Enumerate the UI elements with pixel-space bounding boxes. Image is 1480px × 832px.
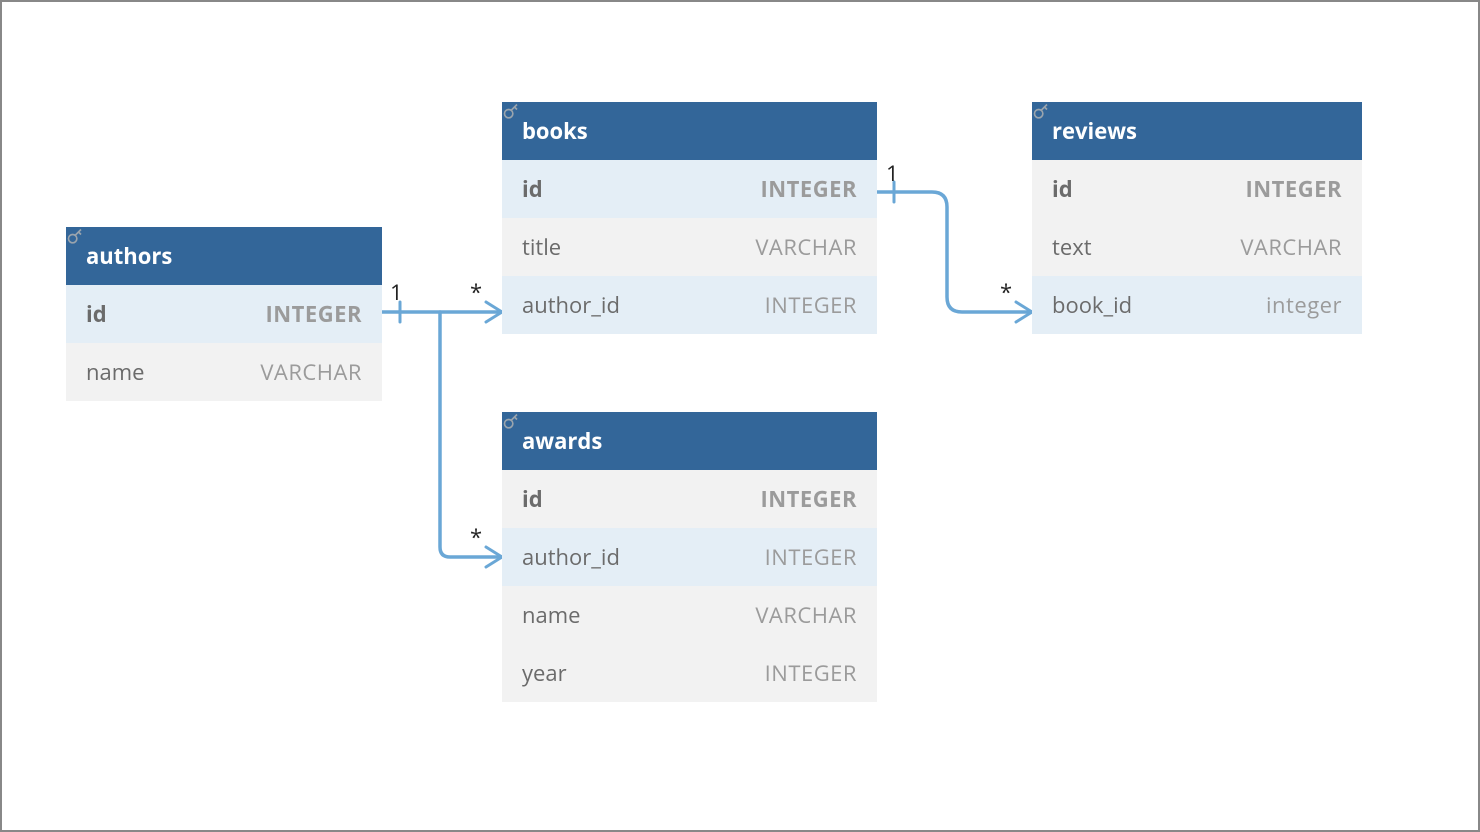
table-reviews-header: reviews: [1032, 102, 1362, 160]
table-books-header: books: [502, 102, 877, 160]
card-awards-many: *: [470, 522, 482, 552]
table-awards-row-id: id INTEGER: [502, 470, 877, 528]
rel-authors-awards-many: [486, 547, 502, 567]
card-books-reviews-one: 1: [886, 158, 899, 188]
table-books-row-id: id INTEGER: [502, 160, 877, 218]
card-reviews-many: *: [1000, 277, 1012, 307]
table-authors-row-id: id INTEGER: [66, 285, 382, 343]
table-reviews-row-book-id: book_id integer: [1032, 276, 1362, 334]
table-books-row-author-id: author_id INTEGER: [502, 276, 877, 334]
table-reviews-row-text: text VARCHAR: [1032, 218, 1362, 276]
rel-authors-books-many: [486, 302, 502, 322]
table-authors-header: authors: [66, 227, 382, 285]
er-diagram-canvas: 1 * * 1 * authors id INTEGER name VARCHA…: [0, 0, 1480, 832]
table-reviews-row-id: id INTEGER: [1032, 160, 1362, 218]
card-books-many: *: [470, 277, 482, 307]
table-authors-row-name: name VARCHAR: [66, 343, 382, 401]
table-awards-row-name: name VARCHAR: [502, 586, 877, 644]
table-books-row-title: title VARCHAR: [502, 218, 877, 276]
table-awards[interactable]: awards id INTEGER author_id INTEGER name…: [502, 412, 877, 702]
table-awards-header: awards: [502, 412, 877, 470]
table-awards-row-author-id: author_id INTEGER: [502, 528, 877, 586]
table-authors[interactable]: authors id INTEGER name VARCHAR: [66, 227, 382, 401]
table-awards-row-year: year INTEGER: [502, 644, 877, 702]
table-books[interactable]: books id INTEGER title VARCHAR author_id…: [502, 102, 877, 334]
table-reviews[interactable]: reviews id INTEGER text VARCHAR book_id …: [1032, 102, 1362, 334]
card-authors-one: 1: [390, 277, 403, 307]
rel-books-reviews-many: [1016, 302, 1032, 322]
rel-authors-awards: [440, 312, 502, 557]
